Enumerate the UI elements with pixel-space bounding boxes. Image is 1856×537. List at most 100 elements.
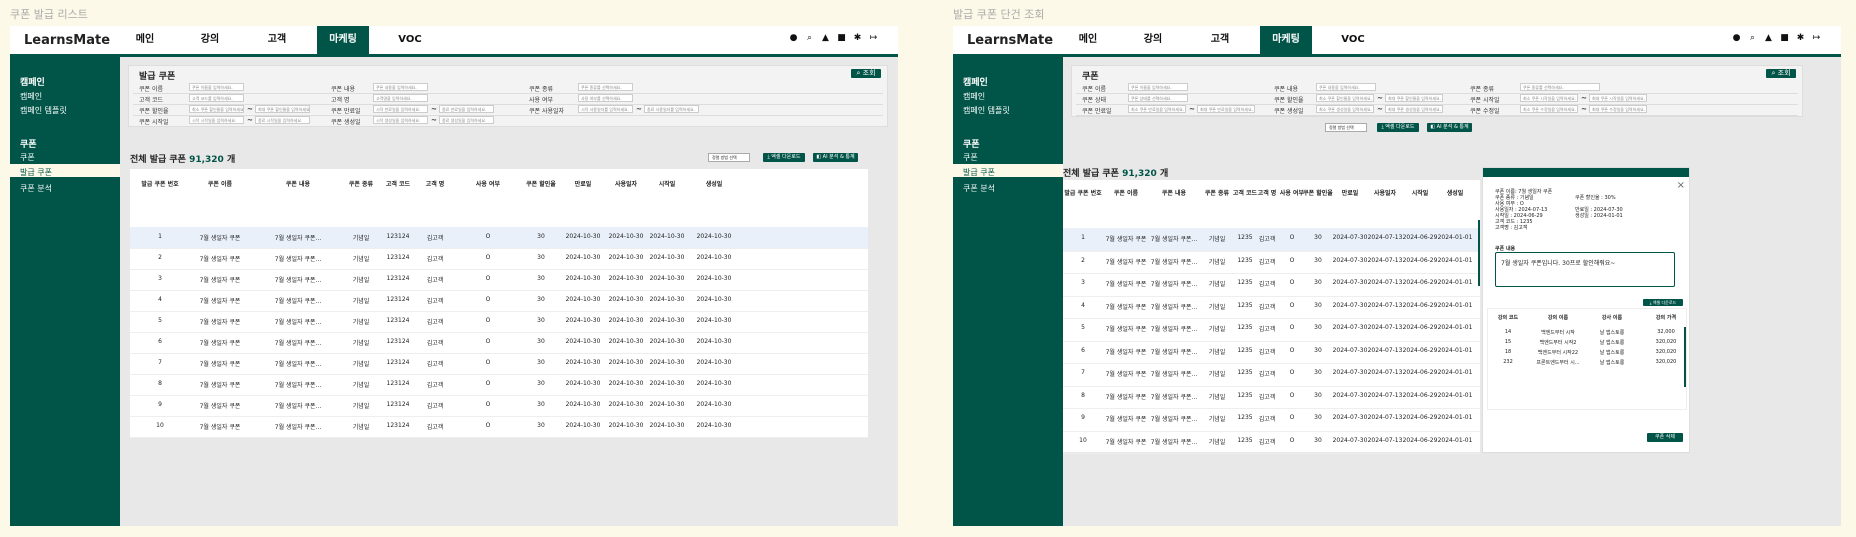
chat-icon[interactable]: ■ xyxy=(837,34,846,43)
filter-input[interactable]: 쿠폰 내용을 입력하세요. xyxy=(1316,83,1376,91)
nav-marketing[interactable]: 마케팅 xyxy=(317,26,369,54)
filter-input[interactable]: 사용 여부를 선택하세요. xyxy=(578,94,633,102)
sidebar-item-campaign-template[interactable]: 캠페인 템플릿 xyxy=(963,105,1010,116)
sidebar-item-coupon-analysis[interactable]: 쿠폰 분석 xyxy=(20,183,52,194)
gear-icon[interactable]: ✱ xyxy=(1796,34,1805,43)
filter-input-min[interactable]: 최소 쿠폰 시작일을 입력하세요. xyxy=(1520,94,1578,102)
table-header-cell: 사용 여부 xyxy=(475,181,501,188)
ai-analysis-button[interactable]: ◧ AI 분석 & 통계 xyxy=(1427,123,1472,132)
table-cell: 2024-10-30 xyxy=(696,254,732,261)
nav-marketing[interactable]: 마케팅 xyxy=(1260,26,1312,54)
filter-input-max[interactable]: 최대 쿠폰 할인율을 입력하세요. xyxy=(1385,94,1443,102)
gear-icon[interactable]: ✱ xyxy=(853,34,862,43)
filter-input-max[interactable]: 최대 쿠폰 생성일을 입력하세요. xyxy=(1385,105,1443,113)
table-cell: 2024-01-01 xyxy=(1437,279,1473,286)
filter-input[interactable]: 쿠폰 이름을 입력하세요. xyxy=(1128,83,1188,91)
filter-input-min[interactable]: 시작 사용일자를 입력하세요. xyxy=(578,105,633,113)
table-cell: 2024-10-30 xyxy=(696,338,732,345)
bell-icon[interactable]: ▲ xyxy=(1764,34,1773,43)
logo[interactable]: LearnsMate xyxy=(24,33,110,48)
nav-main[interactable]: 메인 xyxy=(125,26,165,54)
filter-input-max[interactable]: 종료 생성일을 입력하세요. xyxy=(439,116,494,124)
filter-input-max[interactable]: 최대 쿠폰 수정일을 입력하세요. xyxy=(1589,105,1647,113)
search-button[interactable]: ⌕ 조회 xyxy=(851,69,881,78)
filter-input-min[interactable]: 최소 쿠폰 만료일을 입력하세요. xyxy=(1128,105,1186,113)
filter-label: 쿠폰 만료일 xyxy=(1082,108,1112,115)
lecture-cell: 320,020 xyxy=(1655,359,1677,365)
search-icon[interactable]: ⌕ xyxy=(805,34,814,43)
logout-icon[interactable]: ↦ xyxy=(869,34,878,43)
chat-icon[interactable]: ■ xyxy=(1780,34,1789,43)
ai-analysis-button[interactable]: ◧ AI 분석 & 통계 xyxy=(813,153,858,162)
sidebar-item-coupon-analysis[interactable]: 쿠폰 분석 xyxy=(963,183,995,194)
logout-icon[interactable]: ↦ xyxy=(1812,34,1821,43)
coupon-list-screen: LearnsMate 메인 강의 고객 마케팅 VOC ● ⌕ ▲ ■ ✱ ↦ … xyxy=(10,26,898,526)
filter-input-max[interactable]: 최대 쿠폰 시작일을 입력하세요. xyxy=(1589,94,1647,102)
excel-download-button[interactable]: ⤓ 엑셀 다운로드 xyxy=(1377,123,1419,132)
sidebar-item-campaign-template[interactable]: 캠페인 템플릿 xyxy=(20,105,67,116)
table-cell: 7월 생일자 쿠폰... xyxy=(274,340,322,347)
filter-input[interactable]: 쿠폰 이름을 입력하세요. xyxy=(189,83,244,91)
detail-info-text: 생성일 : 2024-01-01 xyxy=(1575,213,1623,219)
table-cell: 7월 생일자 쿠폰 xyxy=(199,256,241,263)
filter-input-min[interactable]: 최소 쿠폰 수정일을 입력하세요. xyxy=(1520,105,1578,113)
filter-input-max[interactable]: 최대 쿠폰 만료일을 입력하세요. xyxy=(1197,105,1255,113)
sidebar-item-issued-coupon[interactable]: 발급 쿠폰 xyxy=(20,167,52,178)
filter-label: 쿠폰 내용 xyxy=(331,86,355,93)
filter-input[interactable]: 쿠폰 상태를 선택하세요. xyxy=(1128,94,1188,102)
filter-input[interactable]: 쿠폰 종류를 선택하세요. xyxy=(1520,83,1600,91)
filter-input[interactable]: 쿠폰 내용을 입력하세요. xyxy=(373,83,428,91)
tilde-separator: ~ xyxy=(1581,94,1587,102)
lecture-excel-download-button[interactable]: ⤓ 엑셀 다운로드 xyxy=(1643,299,1683,306)
sidebar-item-coupon[interactable]: 쿠폰 xyxy=(20,152,35,163)
filter-input-min[interactable]: 시작 시작일을 입력하세요. xyxy=(189,116,244,124)
excel-download-button[interactable]: ⤓ 엑셀 다운로드 xyxy=(763,153,805,162)
filter-input[interactable]: 고객명을 입력하세요. xyxy=(373,94,428,102)
sort-select[interactable]: 정렬 방법 선택 xyxy=(1325,123,1367,132)
sidebar-item-campaign[interactable]: 캠페인 xyxy=(20,91,42,102)
nav-customer[interactable]: 고객 xyxy=(1200,26,1240,54)
tilde-separator: ~ xyxy=(247,116,253,124)
filter-input-min[interactable]: 최소 쿠폰 할인율을 입력하세요. xyxy=(1316,94,1374,102)
nav-voc[interactable]: VOC xyxy=(1333,26,1373,54)
filter-input-min[interactable]: 시작 만료일을 입력하세요. xyxy=(373,105,428,113)
bell-icon[interactable]: ▲ xyxy=(821,34,830,43)
table-cell: 김고객 xyxy=(426,361,444,368)
user-icon[interactable]: ● xyxy=(1732,34,1741,43)
issued-coupon-table: 발급 쿠폰 번호 쿠폰 이름 쿠폰 내용 쿠폰 종류 고객 코드 고객 명 사용 여부 쿠폰 … xyxy=(130,169,868,438)
filter-input-max[interactable]: 최대 쿠폰 할인율을 입력하세요. xyxy=(255,105,310,113)
nav-lecture[interactable]: 강의 xyxy=(1133,26,1173,54)
filter-input-min[interactable]: 최소 쿠폰 할인율을 입력하세요. xyxy=(189,105,244,113)
coupon-memo-box[interactable]: 7월 생일자 쿠폰입니다. 30프로 할인해줘요~ xyxy=(1495,252,1675,287)
table-cell: 2024-10-30 xyxy=(696,233,732,240)
lecture-cell: 날 앱스토롱 xyxy=(1599,340,1625,346)
sidebar: 캠페인 캠페인 캠페인 템플릿 쿠폰 쿠폰 발급 쿠폰 쿠폰 분석 xyxy=(953,57,1063,526)
search-button[interactable]: ⌕ 조회 xyxy=(1766,69,1796,78)
table-cell: 9 xyxy=(158,401,162,408)
filter-label: 쿠폰 할인율 xyxy=(139,108,169,115)
nav-customer[interactable]: 고객 xyxy=(257,26,297,54)
filter-input-min[interactable]: 시작 생성일을 입력하세요. xyxy=(373,116,428,124)
filter-input[interactable]: 고객 코드를 입력하세요. xyxy=(189,94,244,102)
filter-input-max[interactable]: 종료 사용일자를 입력하세요. xyxy=(644,105,699,113)
filter-input[interactable]: 쿠폰 종류를 선택하세요. xyxy=(578,83,633,91)
table-scrollbar[interactable] xyxy=(1478,220,1480,286)
sidebar-item-issued-coupon[interactable]: 발급 쿠폰 xyxy=(963,167,995,178)
sidebar-item-campaign[interactable]: 캠페인 xyxy=(963,91,985,102)
lecture-scrollbar[interactable] xyxy=(1684,327,1686,387)
table-cell: O xyxy=(485,338,491,345)
nav-lecture[interactable]: 강의 xyxy=(190,26,230,54)
search-icon[interactable]: ⌕ xyxy=(1748,34,1757,43)
close-icon[interactable]: × xyxy=(1677,180,1685,191)
filter-input-max[interactable]: 종료 시작일을 입력하세요. xyxy=(255,116,310,124)
nav-main[interactable]: 메인 xyxy=(1068,26,1108,54)
nav-voc[interactable]: VOC xyxy=(390,26,430,54)
user-icon[interactable]: ● xyxy=(789,34,798,43)
table-cell: 7월 생일자 쿠폰 xyxy=(199,382,241,389)
delete-coupon-button[interactable]: 쿠폰 삭제 xyxy=(1647,433,1683,442)
sidebar-item-coupon[interactable]: 쿠폰 xyxy=(963,152,978,163)
logo[interactable]: LearnsMate xyxy=(967,33,1053,48)
sort-select[interactable]: 정렬 방법 선택 xyxy=(708,153,750,162)
filter-input-min[interactable]: 최소 쿠폰 생성일을 입력하세요. xyxy=(1316,105,1374,113)
filter-input-max[interactable]: 종료 만료일을 입력하세요. xyxy=(439,105,494,113)
